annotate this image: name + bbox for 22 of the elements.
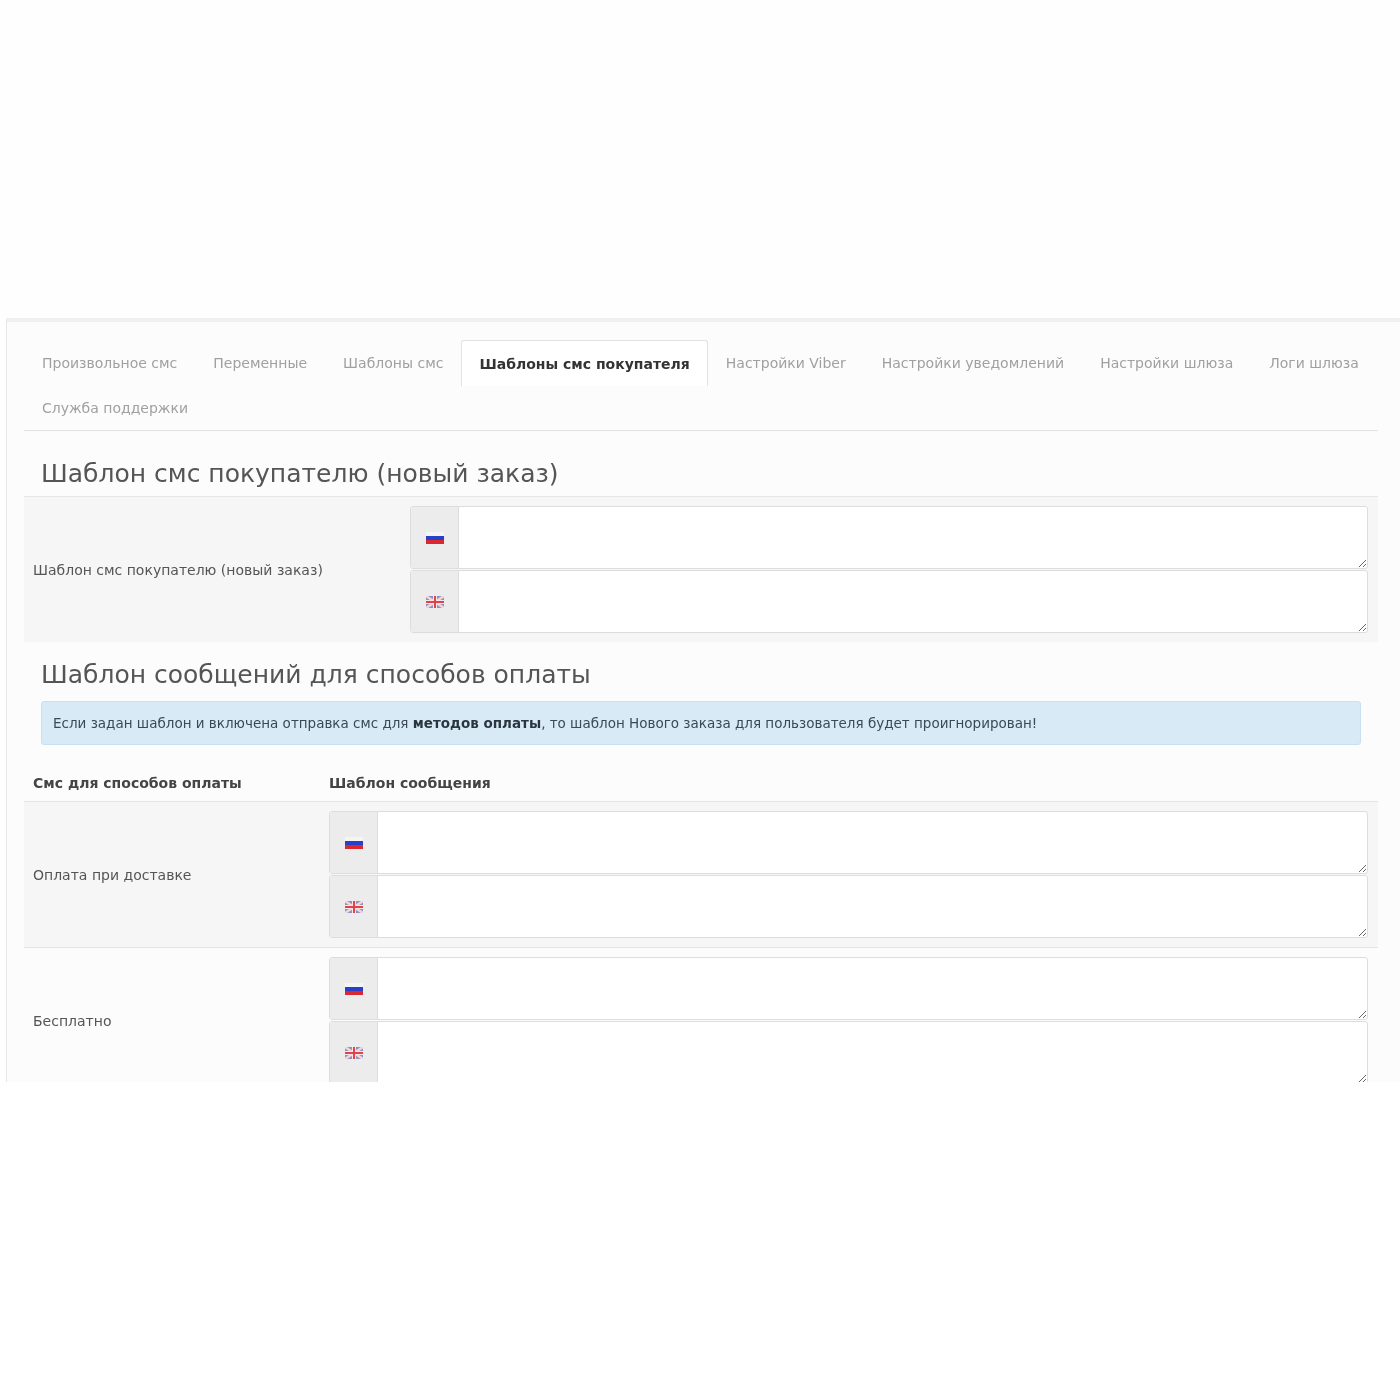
payment-method-label: Оплата при доставке <box>33 866 193 883</box>
tab[interactable]: Шаблоны смс <box>325 340 462 384</box>
tab[interactable]: Произвольное смс <box>24 340 196 384</box>
tab[interactable]: Настройки шлюза <box>1082 340 1252 384</box>
column-header: Шаблон сообщения <box>329 775 491 791</box>
tab[interactable]: Шаблоны смс покупателя <box>461 340 708 386</box>
section-heading: Шаблон сообщений для способов оплаты <box>40 659 592 691</box>
field-label: Шаблон смс покупателю (новый заказ) <box>33 561 324 578</box>
info-alert: Если задан шаблон и включена отправка смс для методов оплаты, то шаблон Нового заказа для пользователя будет проигнорирован! <box>41 701 1361 745</box>
british-flag-icon <box>425 595 444 608</box>
tab[interactable]: Настройки Viber <box>707 340 864 384</box>
payment-method-label: Бесплатно <box>33 1012 113 1029</box>
tab[interactable]: Логи шлюза <box>1251 340 1377 384</box>
column-header: Смс для способов оплаты <box>33 775 243 791</box>
russian-flag-icon <box>425 531 444 544</box>
tab[interactable]: Переменные <box>195 340 326 384</box>
russian-flag-icon <box>344 982 363 995</box>
russian-flag-icon <box>344 836 363 849</box>
tab[interactable]: Служба поддержки <box>24 385 207 429</box>
british-flag-icon <box>344 900 363 913</box>
british-flag-icon <box>344 1046 363 1059</box>
tab[interactable]: Настройки уведомлений <box>863 340 1083 384</box>
